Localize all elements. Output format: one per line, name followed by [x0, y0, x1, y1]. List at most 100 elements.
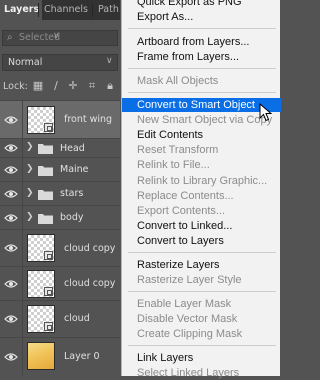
layers-panel: Layers Channels Path ⌕ Selected ∨ Normal… [0, 0, 120, 376]
move-icon[interactable]: ✛ [67, 80, 79, 92]
layer-name: stars [60, 188, 84, 199]
eye-icon[interactable] [4, 213, 18, 223]
layer-divider [22, 101, 23, 138]
folder-icon [38, 189, 53, 200]
layer-name: front wing [64, 114, 113, 125]
chevron-down-icon: ∨ [53, 31, 60, 41]
smart-object-icon [44, 322, 53, 331]
folder-icon [38, 213, 53, 224]
layer-row[interactable]: ❯ stars [0, 181, 120, 205]
layer-row[interactable]: cloud copy [0, 266, 120, 300]
menu-separator [128, 92, 276, 93]
lock-row: Lock: ▦ ∕ ✛ ⌗ 🔒︎ [0, 79, 120, 97]
layer-divider [22, 139, 23, 157]
layer-divider [22, 338, 23, 376]
menu-item-replace-contents[interactable]: Replace Contents... [122, 189, 281, 203]
chevron-down-icon: ∨ [106, 56, 113, 66]
layer-row[interactable]: ❯ Head [0, 138, 120, 157]
menu-item-create-clipping-mask[interactable]: Create Clipping Mask [122, 327, 281, 341]
checkerboard-icon[interactable]: ▦ [32, 80, 44, 92]
layer-row[interactable]: cloud copy [0, 229, 120, 266]
chevron-right-icon[interactable]: ❯ [26, 142, 34, 152]
layer-name: Maine [60, 164, 89, 175]
layer-row[interactable]: Layer 0 [0, 337, 120, 376]
chevron-right-icon[interactable]: ❯ [26, 188, 34, 198]
layer-thumbnail [27, 305, 55, 333]
smart-object-icon [44, 251, 53, 260]
layer-name: Layer 0 [64, 351, 100, 362]
panel-tab-bar: Layers Channels Path [0, 0, 120, 20]
menu-item-export-as[interactable]: Export As... [122, 10, 281, 24]
folder-icon [38, 143, 53, 154]
menu-item-enable-layer-mask[interactable]: Enable Layer Mask [122, 297, 281, 311]
layer-name: cloud copy [64, 243, 116, 254]
menu-item-convert-to-linked[interactable]: Convert to Linked... [122, 219, 281, 233]
tab-divider [38, 3, 39, 17]
eye-icon[interactable] [4, 352, 18, 362]
menu-item-link-layers[interactable]: Link Layers [122, 351, 281, 365]
blend-mode-value: Normal [8, 57, 43, 68]
crop-icon[interactable]: ⌗ [86, 80, 98, 92]
layer-divider [22, 267, 23, 300]
menu-item-frame-from-layers[interactable]: Frame from Layers... [122, 50, 281, 64]
brush-icon[interactable]: ∕ [50, 80, 62, 92]
menu-item-disable-vector-mask[interactable]: Disable Vector Mask [122, 312, 281, 326]
smart-object-icon [44, 123, 53, 132]
menu-separator [128, 68, 276, 69]
folder-icon [38, 165, 53, 176]
menu-item-select-linked-layers[interactable]: Select Linked Layers [122, 366, 281, 380]
menu-item-artboard-from-layers[interactable]: Artboard from Layers... [122, 35, 281, 49]
tab-divider [92, 3, 93, 17]
tab-layers[interactable]: Layers [0, 0, 42, 20]
menu-item-reset-transform[interactable]: Reset Transform [122, 143, 281, 157]
layer-thumbnail [27, 270, 55, 298]
menu-item-edit-contents[interactable]: Edit Contents [122, 128, 281, 142]
menu-item-mask-all-objects[interactable]: Mask All Objects [122, 74, 281, 88]
layer-thumbnail [27, 234, 55, 262]
menu-item-export-contents[interactable]: Export Contents... [122, 204, 281, 218]
menu-item-relink-to-file[interactable]: Relink to File... [122, 158, 281, 172]
blend-mode-select[interactable]: Normal ∨ [2, 54, 118, 71]
context-menu: Quick Export as PNG Export As... Artboar… [121, 0, 281, 379]
menu-separator [128, 291, 276, 292]
menu-item-convert-to-smart-object[interactable]: Convert to Smart Object [122, 98, 281, 112]
layer-divider [22, 182, 23, 205]
menu-separator [128, 252, 276, 253]
menu-separator [128, 28, 276, 29]
lock-icon[interactable]: 🔒︎ [104, 80, 116, 92]
layer-row[interactable]: ❯ Maine [0, 157, 120, 181]
lock-label: Lock: [3, 81, 28, 92]
search-icon: ⌕ [7, 32, 13, 43]
chevron-right-icon[interactable]: ❯ [26, 212, 34, 222]
menu-item-new-smart-object-via-copy[interactable]: New Smart Object via Copy [122, 113, 281, 127]
eye-icon[interactable] [4, 243, 18, 253]
layer-row[interactable]: ❯ body [0, 205, 120, 229]
layer-divider [22, 206, 23, 229]
layer-row[interactable]: front wing [0, 100, 120, 138]
layer-name: Head [60, 143, 85, 154]
menu-item-relink-to-library-graphic[interactable]: Relink to Library Graphic... [122, 174, 281, 188]
eye-icon[interactable] [4, 143, 18, 153]
layer-thumbnail [27, 106, 55, 134]
chevron-right-icon[interactable]: ❯ [26, 164, 34, 174]
menu-item-convert-to-layers[interactable]: Convert to Layers [122, 234, 281, 248]
smart-object-icon [44, 287, 53, 296]
eye-icon[interactable] [4, 279, 18, 289]
tab-channels[interactable]: Channels [40, 0, 94, 20]
layer-filter-select[interactable]: ⌕ Selected ∨ [2, 30, 118, 46]
layer-name: body [60, 212, 84, 223]
eye-icon[interactable] [4, 189, 18, 199]
layer-row[interactable]: cloud [0, 300, 120, 337]
eye-icon[interactable] [4, 314, 18, 324]
layer-divider [22, 230, 23, 266]
menu-separator [128, 345, 276, 346]
menu-item-rasterize-layers[interactable]: Rasterize Layers [122, 258, 281, 272]
layer-name: cloud [64, 313, 90, 324]
layer-divider [22, 301, 23, 337]
menu-item-quick-export[interactable]: Quick Export as PNG [122, 0, 281, 9]
layer-filter-row: ⌕ Selected ∨ [0, 28, 120, 48]
eye-icon[interactable] [4, 115, 18, 125]
menu-item-rasterize-layer-style[interactable]: Rasterize Layer Style [122, 273, 281, 287]
tab-paths[interactable]: Path [94, 0, 120, 20]
eye-icon[interactable] [4, 165, 18, 175]
